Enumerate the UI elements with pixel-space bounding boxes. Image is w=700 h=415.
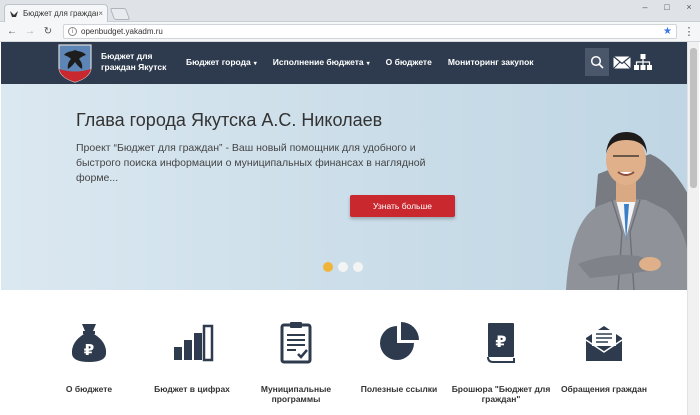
nav-label: Исполнение бюджета [272,57,364,67]
feature-label: Брошюра "Бюджет для граждан" [451,384,551,404]
nav-city-budget[interactable]: Бюджет города ▾ [186,57,257,67]
scrollbar-thumb[interactable] [690,48,697,188]
reload-icon[interactable]: ↻ [41,25,55,39]
favicon-icon [10,10,18,17]
browser-tab[interactable]: Бюджет для граждан × [4,4,108,22]
feature-useful-links[interactable]: Полезные ссылки [349,320,449,394]
slider-dot-2[interactable] [338,262,348,272]
browser-menu-icon[interactable]: ⋮ [683,26,695,37]
svg-text:₽: ₽ [495,332,506,351]
nav-procurement-monitoring[interactable]: Мониторинг закупок [448,57,534,67]
nav-label: Мониторинг закупок [447,57,534,67]
main-nav: Бюджет города ▾ Исполнение бюджета ▾ О бюд… [186,57,550,67]
brand-title[interactable]: Бюджет для граждан Якутск [101,51,166,73]
feature-label: Бюджет в цифрах [154,384,230,394]
info-icon[interactable]: i [68,27,77,36]
hero-description: Проект “Бюджет для граждан” - Ваш новый … [76,142,426,184]
feature-municipal-programs[interactable]: Муниципальные программы [246,320,346,404]
browser-tab-bar: Бюджет для граждан × – □ × [0,0,700,22]
feature-label: Обращения граждан [560,384,648,394]
hero-title: Глава города Якутска А.С. Николаев [76,110,383,130]
minimize-button[interactable]: – [638,1,652,13]
bookmark-star-icon[interactable]: ★ [663,26,672,37]
clipboard-icon [280,322,312,364]
hero-banner: Глава города Якутска А.С. Николаев Проек… [1,84,687,290]
pie-chart-icon [380,322,419,360]
tab-title: Бюджет для граждан [23,9,99,18]
chevron-down-icon: ▾ [253,61,257,67]
feature-label: О бюджете [65,384,113,394]
svg-text:₽: ₽ [84,341,94,359]
feature-about-budget[interactable]: ₽ О бюджете [39,320,139,394]
tab-close-icon[interactable]: × [98,9,103,18]
address-bar[interactable]: i openbudget.yakadm.ru ★ [63,24,677,39]
feature-label: Полезные ссылки [360,384,438,394]
url-text: openbudget.yakadm.ru [81,27,163,36]
nav-label: Бюджет города [186,57,251,67]
maximize-button[interactable]: □ [660,1,674,13]
search-button[interactable] [585,48,609,76]
bar-chart-icon [174,324,214,362]
slider-dot-3[interactable] [353,262,363,272]
close-window-button[interactable]: × [682,1,696,13]
mayor-photo [566,132,687,290]
city-emblem-logo[interactable] [56,43,94,83]
new-tab-button[interactable] [109,8,131,20]
window-controls: – □ × [638,1,696,13]
brochure-icon: ₽ [487,323,515,363]
nav-about-budget[interactable]: О бюджете [386,57,432,67]
mail-icon[interactable] [613,56,631,69]
brand-line-1: Бюджет для [101,51,153,61]
nav-budget-execution[interactable]: Исполнение бюджета ▾ [273,57,370,67]
search-icon [590,55,604,69]
browser-toolbar: ← → ↻ i openbudget.yakadm.ru ★ ⋮ [0,22,700,42]
nav-label: О бюджете [385,57,432,67]
features-section: ₽ О бюджете Бюджет в цифрах Муниципальны… [1,290,687,415]
learn-more-button[interactable]: Узнать больше [350,195,455,217]
chevron-down-icon: ▾ [366,61,370,67]
feature-brochure[interactable]: ₽ Брошюра "Бюджет для граждан" [451,320,551,404]
money-bag-icon: ₽ [71,324,107,362]
back-icon[interactable]: ← [5,25,19,39]
page-scrollbar[interactable] [687,42,699,415]
feature-citizen-appeals[interactable]: Обращения граждан [554,320,654,394]
brand-line-2: граждан Якутск [101,62,167,72]
slider-dot-1[interactable] [323,262,333,272]
feature-label: Муниципальные программы [260,384,332,404]
slider-dots [323,262,363,272]
site-header: Бюджет для граждан Якутск Бюджет города ▾… [1,42,687,84]
sitemap-icon[interactable] [634,54,652,70]
forward-icon[interactable]: → [23,25,37,39]
feature-budget-figures[interactable]: Бюджет в цифрах [142,320,242,394]
envelope-icon [585,326,623,361]
